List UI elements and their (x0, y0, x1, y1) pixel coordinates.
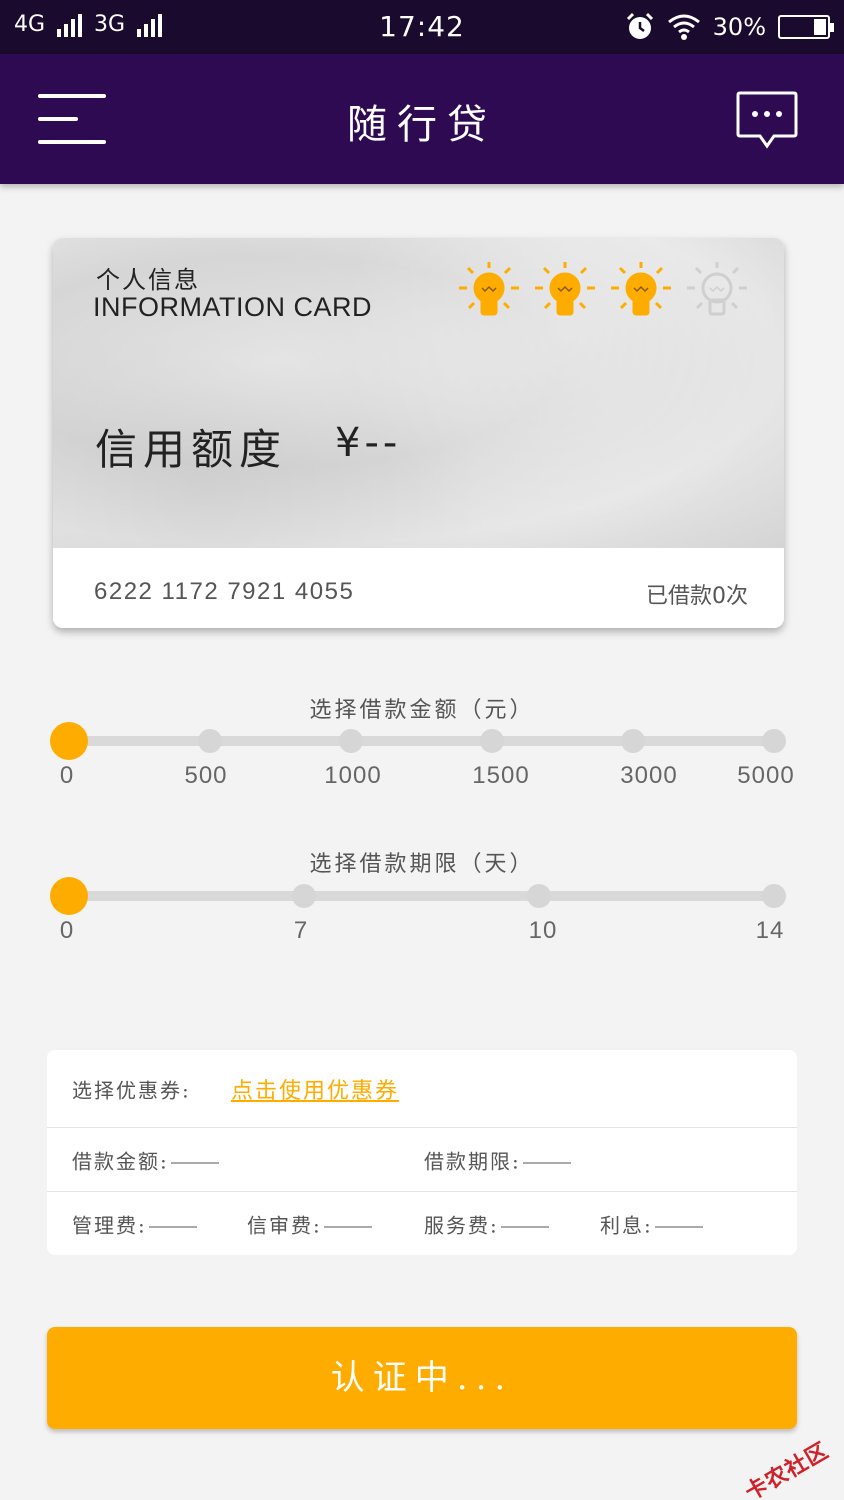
slider-thumb[interactable] (50, 877, 88, 915)
battery-percent: 30% (712, 13, 766, 41)
slider-stop[interactable] (292, 884, 316, 908)
message-icon[interactable] (736, 90, 798, 150)
slider-tick-label: 1000 (324, 762, 382, 789)
slider-stop[interactable] (762, 729, 786, 753)
review-fee-item: 信审费: (247, 1209, 372, 1238)
use-coupon-link[interactable]: 点击使用优惠券 (231, 1073, 399, 1105)
slider-tick-label: 1500 (472, 762, 530, 789)
app-header: 随行贷 (0, 54, 844, 184)
slider-tick-label: 7 (293, 917, 309, 944)
review-fee-label: 信审费: (247, 1213, 322, 1237)
unlit-bulb-icon (687, 262, 747, 316)
lit-bulb-icon (611, 262, 671, 316)
slider-thumb[interactable] (50, 722, 88, 760)
page-title: 随行贷 (347, 102, 497, 148)
wifi-icon (667, 14, 700, 40)
interest-value (654, 1226, 703, 1227)
credit-level-bulbs (457, 260, 749, 326)
slider-tick-label: 5000 (737, 762, 795, 789)
slider-tick-label: 500 (184, 762, 228, 789)
card-title-en: INFORMATION CARD (93, 292, 372, 322)
borrow-count: 已借款0次 (646, 584, 748, 609)
slider-tick-label: 0 (59, 762, 75, 789)
alarm-icon (626, 12, 653, 39)
status-bar: 4G 3G 17:42 30% (0, 0, 844, 54)
credit-limit-label: 信用额度 (95, 425, 288, 474)
slider-stop[interactable] (339, 729, 363, 753)
slider-track[interactable] (69, 736, 774, 746)
review-fee-value (323, 1226, 372, 1227)
slider-stop[interactable] (527, 884, 551, 908)
service-fee-item: 服务费: (424, 1209, 549, 1238)
loan-term-item: 借款期限: (424, 1145, 571, 1174)
card-title-cn: 个人信息 (96, 266, 200, 294)
amount-slider-title: 选择借款金额（元） (309, 698, 535, 723)
coupon-label: 选择优惠券: (72, 1078, 191, 1102)
interest-item: 利息: (600, 1209, 703, 1238)
loan-amount-item: 借款金额: (72, 1145, 219, 1174)
service-fee-label: 服务费: (424, 1213, 499, 1237)
slider-stop[interactable] (480, 729, 504, 753)
slider-stop[interactable] (762, 884, 786, 908)
loan-term-label: 借款期限: (424, 1149, 521, 1173)
slider-track[interactable] (69, 891, 774, 901)
slider-tick-label: 14 (755, 917, 785, 944)
submit-button[interactable]: 认证中... (47, 1327, 797, 1429)
loan-term-value (522, 1162, 571, 1163)
information-card[interactable]: 个人信息 INFORMATION CARD 信用额度 ¥-- 6222 1172… (53, 238, 784, 628)
management-fee-item: 管理费: (72, 1209, 197, 1238)
coupon-row: 选择优惠券: 点击使用优惠券 (47, 1050, 797, 1128)
fee-breakdown-row: 管理费: 信审费: 服务费: 利息: (47, 1192, 797, 1255)
card-number: 6222 1172 7921 4055 (94, 578, 355, 605)
loan-summary-row: 借款金额: 借款期限: (47, 1128, 797, 1192)
slider-tick-label: 3000 (620, 762, 678, 789)
slider-tick-label: 10 (528, 917, 558, 944)
management-fee-label: 管理费: (72, 1213, 147, 1237)
credit-limit-value: ¥-- (335, 420, 402, 466)
term-slider-title: 选择借款期限（天） (309, 852, 535, 877)
management-fee-value (148, 1226, 197, 1227)
service-fee-value (500, 1226, 549, 1227)
card-face: 个人信息 INFORMATION CARD 信用额度 ¥-- (53, 238, 784, 548)
loan-amount-label: 借款金额: (72, 1149, 169, 1173)
loan-amount-value (170, 1162, 219, 1163)
battery-icon (778, 15, 834, 39)
loan-details-panel: 选择优惠券: 点击使用优惠券 借款金额: 借款期限: 管理费: 信审费: 服务费… (47, 1050, 797, 1255)
interest-label: 利息: (600, 1213, 653, 1237)
card-footer: 6222 1172 7921 4055 已借款0次 (53, 548, 784, 628)
slider-stop[interactable] (621, 729, 645, 753)
lit-bulb-icon (535, 262, 595, 316)
watermark-logo: 卡农社区 (741, 1438, 834, 1500)
status-indicators: 30% (625, 12, 834, 42)
lit-bulb-icon (459, 262, 519, 316)
slider-stop[interactable] (198, 729, 222, 753)
slider-tick-label: 0 (59, 917, 75, 944)
